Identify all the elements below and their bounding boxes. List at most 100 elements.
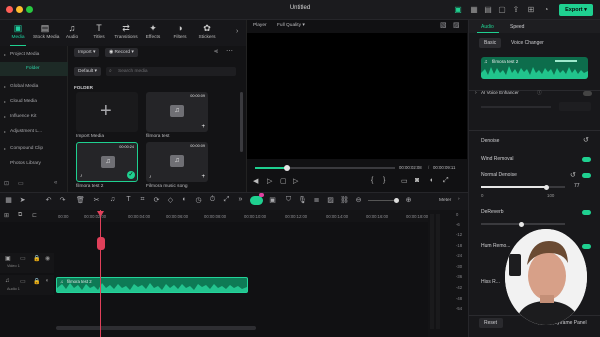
import-media-tile[interactable]: + xyxy=(76,92,138,132)
more-icon[interactable]: ⋯ xyxy=(226,47,233,55)
step-forward-icon[interactable]: ▷ xyxy=(293,177,298,185)
zoom-in-icon[interactable]: ⊕ xyxy=(404,196,413,204)
dereverb-slider[interactable] xyxy=(481,221,565,227)
mark-out-icon[interactable]: } xyxy=(383,177,385,184)
sidebar-item-project-media[interactable]: ▸ Project Media xyxy=(0,48,68,62)
save-icon[interactable]: ▢ xyxy=(497,5,507,15)
dereverb-toggle[interactable] xyxy=(582,210,591,215)
chevron-right-icon[interactable]: › xyxy=(475,90,477,96)
undo-icon[interactable]: ↶ xyxy=(44,196,53,204)
tab-filters[interactable]: ◑ Filters xyxy=(168,22,192,46)
expand-icon[interactable]: ⤢ xyxy=(222,196,231,204)
link-icon[interactable]: ⛓ xyxy=(340,196,349,204)
tab-effects[interactable]: ✦ Effects xyxy=(141,22,165,46)
playback-progress-track[interactable] xyxy=(255,165,395,171)
lock-icon[interactable]: 🔒 xyxy=(33,278,40,285)
text-icon[interactable]: T xyxy=(124,196,133,203)
subtab-voice-changer[interactable]: Voice Changer xyxy=(511,40,544,46)
wind-removal-toggle[interactable] xyxy=(582,157,591,162)
render-icon[interactable]: ▣ xyxy=(268,196,277,204)
zoom-slider[interactable] xyxy=(368,198,399,203)
folder-track-icon[interactable]: ▭ xyxy=(20,255,26,262)
normal-denoise-slider[interactable] xyxy=(481,184,565,190)
delete-icon[interactable]: 🗑 xyxy=(76,196,85,204)
media-thumbnail[interactable]: 00:00:09 ♫ + xyxy=(146,92,208,132)
image-icon[interactable]: ▨ xyxy=(453,21,460,29)
audio-clip[interactable]: ♫ filmora test 2 xyxy=(56,277,248,293)
info-icon[interactable]: ⓘ xyxy=(537,90,542,96)
tab-media[interactable]: ▣ Media xyxy=(6,22,30,46)
sidebar-item-compound-clip[interactable]: ▸ Compound Clip xyxy=(0,142,68,156)
dashboard-icon[interactable]: ⊞ xyxy=(526,5,536,15)
ai-tool-toggle[interactable] xyxy=(250,196,263,205)
display-icon[interactable]: ▭ xyxy=(401,177,408,185)
tab-stickers[interactable]: ✿ Stickers xyxy=(195,22,219,46)
zoom-handle[interactable] xyxy=(394,198,399,203)
export-button[interactable]: Export ▾ xyxy=(559,4,593,16)
normal-denoise-value[interactable]: 77 xyxy=(574,183,580,189)
upload-icon[interactable]: ⇪ xyxy=(511,5,521,15)
volume-icon[interactable]: ◖ xyxy=(429,177,433,184)
reset-denoise-icon[interactable]: ↺ xyxy=(583,136,589,144)
reset-normal-denoise-icon[interactable]: ↺ xyxy=(570,171,576,179)
folder-track-icon[interactable]: ▭ xyxy=(20,278,26,285)
tab-stock-media[interactable]: ▤ Stock Media xyxy=(33,22,59,46)
add-track-icon[interactable]: ⊞ xyxy=(4,212,9,219)
snapshot-icon[interactable]: ▧ xyxy=(440,21,447,29)
record-button[interactable]: ◉ Record ▾ xyxy=(105,48,138,57)
timer-icon[interactable]: ⏱ xyxy=(208,196,217,204)
play-icon[interactable]: ▷ xyxy=(267,177,272,185)
eye-icon[interactable]: ◉ xyxy=(45,255,50,262)
import-button[interactable]: Import ▾ xyxy=(74,48,100,57)
sidebar-item-adjustment-l[interactable]: ▸ Adjustment L... xyxy=(0,125,68,139)
media-scrollbar[interactable] xyxy=(240,92,243,152)
media-thumbnail[interactable]: 00:00:09 ♫ ♪ + xyxy=(146,142,208,182)
sidebar-item-global-media[interactable]: ▸ Global Media xyxy=(0,80,68,94)
add-icon[interactable]: + xyxy=(201,174,205,180)
lock-icon[interactable]: 🔒 xyxy=(33,255,40,262)
tab-audio[interactable]: ♫ Audio xyxy=(60,22,84,46)
select-tool-icon[interactable]: ➤ xyxy=(18,196,27,204)
step-back-icon[interactable]: ◀ xyxy=(253,177,258,185)
stop-icon[interactable]: ▢ xyxy=(280,177,287,185)
slider-handle[interactable] xyxy=(544,184,549,190)
meter-chevron-icon[interactable]: › xyxy=(458,197,460,202)
camera-icon[interactable]: ◙ xyxy=(415,177,419,184)
add-icon[interactable]: + xyxy=(201,124,205,130)
zoom-out-icon[interactable]: ⊖ xyxy=(354,196,363,204)
track-link-icon[interactable]: ⧉ xyxy=(18,212,22,219)
mark-in-icon[interactable]: { xyxy=(371,177,373,184)
grid-view-icon[interactable]: ▦ xyxy=(4,196,13,204)
tab-audio[interactable]: Audio xyxy=(481,24,494,30)
grid-icon[interactable]: ▤ xyxy=(483,5,493,15)
sidebar-item-photos-library[interactable]: Photos Library xyxy=(0,157,68,171)
tab-transitions[interactable]: ⇄ Transitions xyxy=(114,22,138,46)
account-icon[interactable]: ◔ xyxy=(541,5,551,15)
layers-icon[interactable]: ≣ xyxy=(312,196,321,204)
image-layer-icon[interactable]: ▨ xyxy=(326,196,335,204)
microphone-icon[interactable]: 🎙 xyxy=(298,196,307,204)
voice-enhancer-toggle[interactable] xyxy=(583,91,592,96)
video-preview[interactable] xyxy=(247,33,467,159)
sidebar-item-influence-kit[interactable]: ▸ Influence Kit xyxy=(0,110,68,124)
magnet-icon[interactable]: ⊏ xyxy=(32,212,37,219)
color-icon[interactable]: ◐ xyxy=(180,196,189,203)
search-input[interactable]: ⌕ Search media xyxy=(106,67,236,76)
shield-icon[interactable]: ⛉ xyxy=(284,196,293,204)
speaker-icon[interactable]: ◖ xyxy=(45,278,49,284)
layout-icon[interactable]: ▦ xyxy=(469,5,479,15)
audio-edit-icon[interactable]: ♫ xyxy=(108,196,117,203)
marker-badge[interactable] xyxy=(97,237,105,250)
more-tools-icon[interactable]: » xyxy=(236,196,245,203)
timeline-ruler[interactable] xyxy=(0,210,468,222)
subtab-basic[interactable]: Basic xyxy=(484,40,496,46)
quality-dropdown[interactable]: Full Quality ▾ xyxy=(277,23,305,28)
cut-icon[interactable]: ✂ xyxy=(92,196,101,204)
sidebar-item-cloud-media[interactable]: ▸ Cloud Media xyxy=(0,95,68,109)
hum-removal-toggle[interactable] xyxy=(582,244,591,249)
media-thumbnail-selected[interactable]: 00:00:24 ♫ ♪ ✓ xyxy=(76,142,138,182)
new-folder-icon[interactable]: ⊡ xyxy=(4,180,9,187)
sidebar-item-folder[interactable]: Folder xyxy=(0,62,68,76)
crop-icon[interactable]: ⌗ xyxy=(138,196,147,204)
tab-titles[interactable]: T Titles xyxy=(87,22,111,46)
